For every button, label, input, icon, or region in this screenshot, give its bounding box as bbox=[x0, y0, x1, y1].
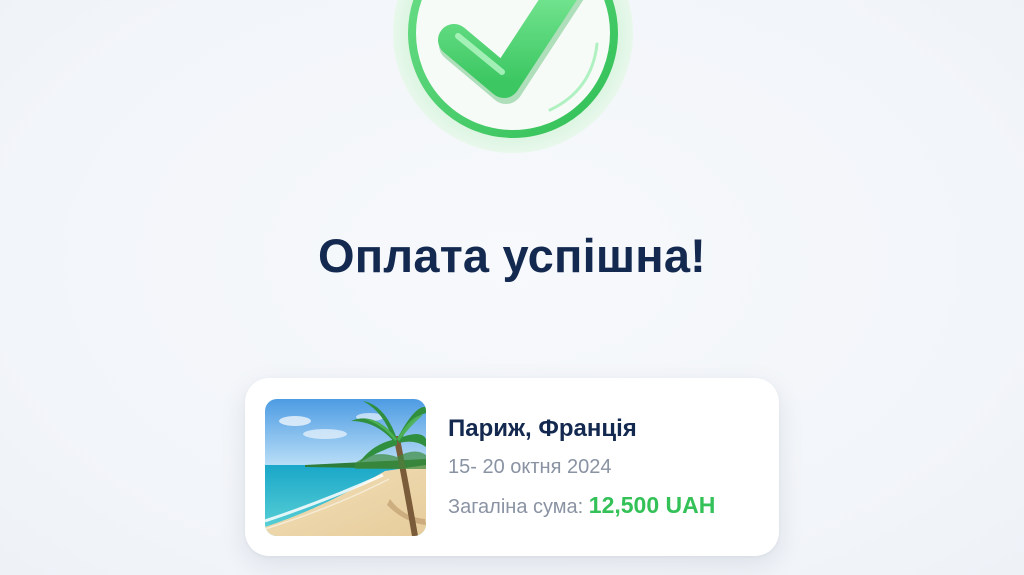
destination-image bbox=[265, 399, 426, 536]
booking-summary-card: Париж, Франція 15- 20 октня 2024 Загалін… bbox=[245, 378, 779, 556]
travel-dates: 15- 20 октня 2024 bbox=[448, 456, 612, 478]
payment-success-title: Оплата успішна! bbox=[317, 229, 707, 282]
success-check-icon bbox=[392, 0, 634, 154]
total-sum: Загаліна сума: 12,500 UAH bbox=[448, 490, 715, 522]
total-amount: 12,500 UAH bbox=[588, 492, 716, 518]
destination-name: Париж, Франція bbox=[448, 415, 637, 442]
total-label: Загаліна сума: bbox=[448, 496, 584, 518]
